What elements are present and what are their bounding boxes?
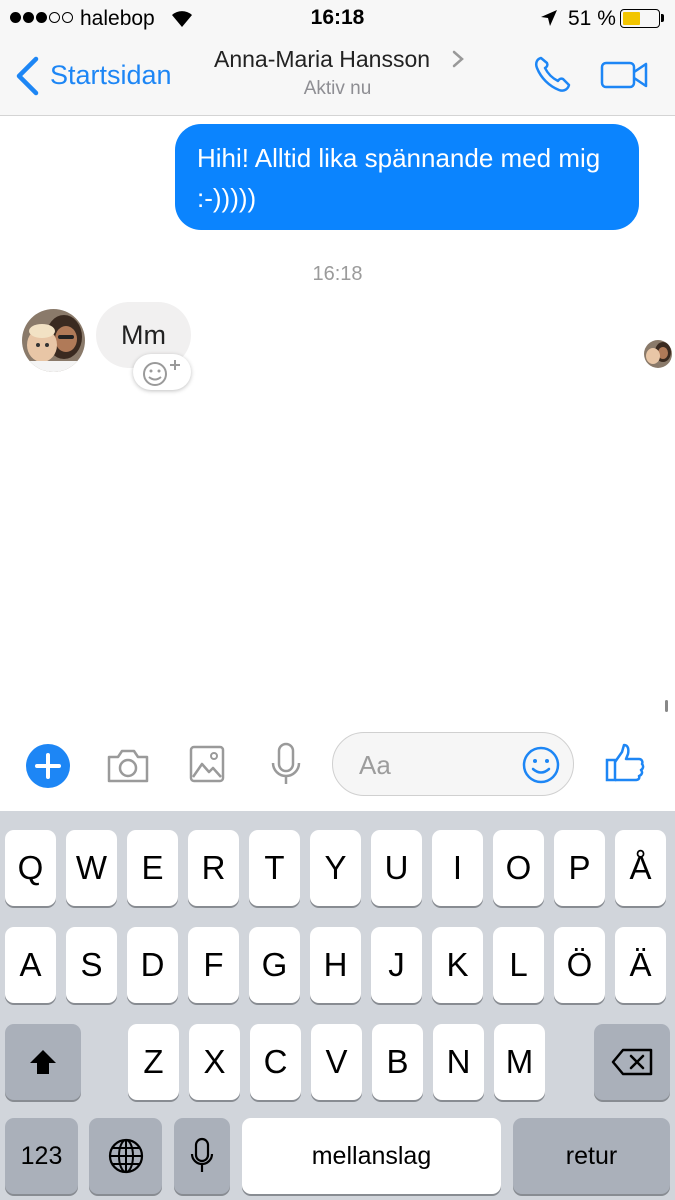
shift-arrow-icon <box>30 1050 56 1074</box>
contact-name[interactable]: Anna-Maria Hansson <box>214 46 430 73</box>
scroll-indicator[interactable] <box>665 700 668 712</box>
key-x[interactable]: X <box>189 1024 240 1100</box>
globe-icon <box>108 1138 143 1174</box>
numbers-key[interactable]: 123 <box>5 1118 78 1194</box>
key-n[interactable]: N <box>433 1024 484 1100</box>
delete-key[interactable] <box>594 1024 670 1100</box>
image-icon[interactable] <box>189 745 225 788</box>
key-g[interactable]: G <box>249 927 300 1003</box>
plus-icon[interactable] <box>26 744 70 788</box>
key-å[interactable]: Å <box>615 830 666 906</box>
key-r[interactable]: R <box>188 830 239 906</box>
message-input[interactable]: Aa <box>332 732 574 796</box>
key-i[interactable]: I <box>432 830 483 906</box>
space-key[interactable]: mellanslag <box>242 1118 501 1194</box>
status-bar: halebop 16:18 51 % <box>0 0 675 38</box>
globe-key[interactable] <box>89 1118 162 1194</box>
key-j[interactable]: J <box>371 927 422 1003</box>
location-arrow-icon <box>540 9 558 32</box>
battery-tip <box>661 14 664 22</box>
dictation-key[interactable] <box>174 1118 230 1194</box>
smiley-icon[interactable] <box>521 745 561 790</box>
microphone-icon <box>190 1137 214 1172</box>
microphone-icon[interactable] <box>270 742 302 793</box>
backspace-icon <box>611 1048 653 1076</box>
chevron-right-icon[interactable] <box>452 50 464 73</box>
add-reaction-icon <box>143 360 180 386</box>
key-m[interactable]: M <box>494 1024 545 1100</box>
key-k[interactable]: K <box>432 927 483 1003</box>
conversation-header: Startsidan Anna-Maria Hansson Aktiv nu <box>0 38 675 116</box>
message-composer: Aa <box>0 725 675 811</box>
contact-avatar[interactable] <box>22 309 85 372</box>
key-f[interactable]: F <box>188 927 239 1003</box>
keyboard: 123 mellanslag retur QWERTYUIOPÅ ASDFGHJK… <box>0 811 675 1200</box>
message-input-placeholder: Aa <box>359 750 391 780</box>
key-u[interactable]: U <box>371 830 422 906</box>
key-q[interactable]: Q <box>5 830 56 906</box>
key-s[interactable]: S <box>66 927 117 1003</box>
key-b[interactable]: B <box>372 1024 423 1100</box>
key-c[interactable]: C <box>250 1024 301 1100</box>
key-d[interactable]: D <box>127 927 178 1003</box>
video-call-icon[interactable] <box>600 60 648 95</box>
phone-call-icon[interactable] <box>532 54 572 99</box>
message-timestamp: 16:18 <box>312 263 363 285</box>
outgoing-message-bubble[interactable]: Hihi! Alltid lika spännande med mig :-))… <box>175 124 639 230</box>
camera-icon[interactable] <box>105 747 151 790</box>
key-l[interactable]: L <box>493 927 544 1003</box>
thumbs-up-icon[interactable] <box>604 742 646 789</box>
key-ö[interactable]: Ö <box>554 927 605 1003</box>
key-t[interactable]: T <box>249 830 300 906</box>
key-o[interactable]: O <box>493 830 544 906</box>
key-v[interactable]: V <box>311 1024 362 1100</box>
read-receipt-avatar <box>644 340 672 368</box>
key-w[interactable]: W <box>66 830 117 906</box>
key-z[interactable]: Z <box>128 1024 179 1100</box>
contact-status: Aktiv nu <box>303 78 372 99</box>
key-ä[interactable]: Ä <box>615 927 666 1003</box>
return-key[interactable]: retur <box>513 1118 670 1194</box>
battery-percent: 51 % <box>568 7 616 30</box>
key-h[interactable]: H <box>310 927 361 1003</box>
battery-icon <box>620 9 660 28</box>
shift-key[interactable] <box>5 1024 81 1100</box>
key-p[interactable]: P <box>554 830 605 906</box>
add-reaction-button[interactable] <box>133 354 191 390</box>
key-e[interactable]: E <box>127 830 178 906</box>
key-a[interactable]: A <box>5 927 56 1003</box>
key-y[interactable]: Y <box>310 830 361 906</box>
